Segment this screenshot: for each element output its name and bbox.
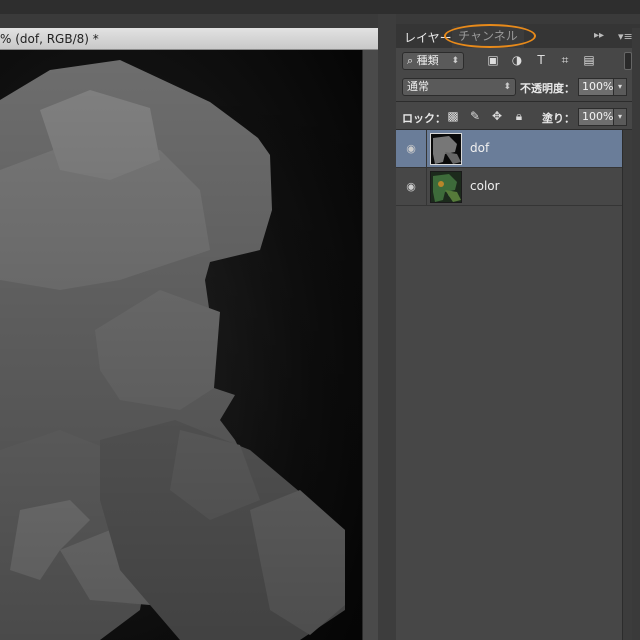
document-canvas[interactable] [0,50,362,640]
lock-fill-row: ロック： ▩ ✎ ✥ 🔒︎ 塗り： 100% ▾ [396,102,640,130]
lock-image-icon[interactable]: ✎ [468,109,482,123]
layer-thumbnail-dof [430,133,462,165]
smartobject-filter-icon[interactable]: ▤ [582,53,596,67]
type-filter-icon[interactable]: T [534,53,548,67]
layer-row-dof[interactable]: ◉ dof [396,130,622,168]
eye-column-separator [426,130,427,168]
eye-column-separator [426,168,427,206]
layers-list: ◉ dof ◉ color [396,130,622,640]
panel-dock-gutter [378,14,396,640]
layer-name[interactable]: dof [470,141,489,155]
filter-toggle-switch[interactable] [624,52,632,70]
select-arrows-icon: ⬍ [503,82,511,92]
application-top-strip [0,0,640,14]
filter-kind-label: 種類 [416,54,439,67]
layer-row-color[interactable]: ◉ color [396,168,622,206]
layers-panel: レイヤー チャンネル ▸▸ ▾≡ ⌕ 種類 ⬍ ▣ ◑ T ⌗ ▤ 通常 ⬍ 不… [396,24,640,640]
lock-label: ロック： [402,112,446,125]
fill-field[interactable]: 100% [578,108,614,126]
document-vertical-scrollbar[interactable] [362,50,378,640]
right-dock-edge [632,28,640,640]
eye-visibility-icon[interactable]: ◉ [404,180,418,194]
opacity-field[interactable]: 100% [578,78,614,96]
lock-all-icon[interactable]: 🔒︎ [512,109,526,123]
opacity-dropdown-button[interactable]: ▾ [614,78,627,96]
adjustment-filter-icon[interactable]: ◑ [510,53,524,67]
eye-visibility-icon[interactable]: ◉ [404,142,418,156]
layer-filter-row: ⌕ 種類 ⬍ ▣ ◑ T ⌗ ▤ [396,48,640,74]
document-tab-title[interactable]: % (dof, RGB/8) * [0,28,378,50]
tab-layers[interactable]: レイヤー [404,29,452,46]
panel-tab-bar: レイヤー チャンネル ▸▸ ▾≡ [396,24,640,48]
select-arrows-icon: ⬍ [451,56,459,66]
depth-render-image [0,50,362,640]
layer-thumbnail-color [430,171,462,203]
collapse-panel-icon[interactable]: ▸▸ [594,30,604,41]
shape-filter-icon[interactable]: ⌗ [558,53,572,67]
blend-mode-value: 通常 [407,80,429,93]
lock-transparency-icon[interactable]: ▩ [446,109,460,123]
document-window: % (dof, RGB/8) * [0,28,378,640]
tab-channels[interactable]: チャンネル [452,26,524,48]
fill-dropdown-button[interactable]: ▾ [614,108,627,126]
fill-label: 塗り： [542,112,575,125]
layer-name[interactable]: color [470,179,500,193]
blend-mode-select[interactable]: 通常 ⬍ [402,78,516,96]
filter-kind-select[interactable]: ⌕ 種類 ⬍ [402,52,464,70]
blend-opacity-row: 通常 ⬍ 不透明度： 100% ▾ [396,74,640,100]
panel-menu-icon[interactable]: ▾≡ [618,30,633,43]
search-icon: ⌕ [407,54,414,67]
image-filter-icon[interactable]: ▣ [486,53,500,67]
opacity-label: 不透明度： [520,82,575,95]
photoshop-window: % (dof, RGB/8) * レイヤー チャンネル ▸▸ ▾≡ ⌕ 種類 ⬍… [0,0,640,640]
lock-position-icon[interactable]: ✥ [490,109,504,123]
